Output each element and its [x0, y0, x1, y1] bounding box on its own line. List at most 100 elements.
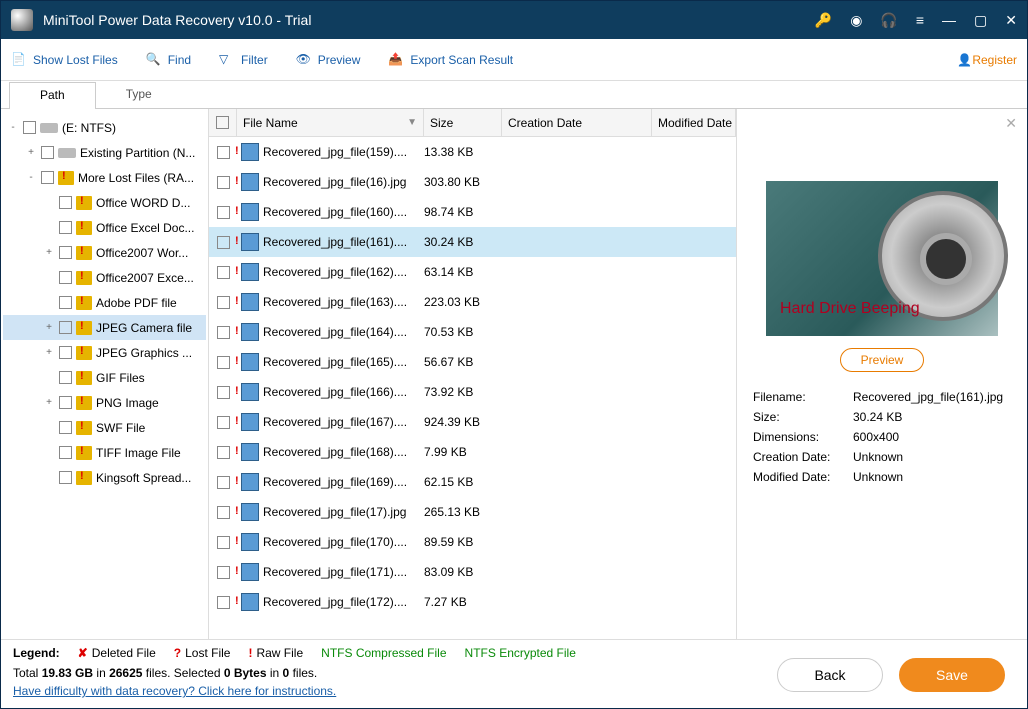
tree-checkbox[interactable]	[59, 471, 72, 484]
tree-checkbox[interactable]	[59, 371, 72, 384]
folder-icon	[76, 296, 92, 310]
disc-icon[interactable]: ◉	[850, 12, 862, 29]
register-button[interactable]: 👤Register	[957, 53, 1017, 67]
tree-item[interactable]: +Existing Partition (N...	[3, 140, 206, 165]
tree-checkbox[interactable]	[59, 446, 72, 459]
expand-icon[interactable]: -	[7, 122, 19, 133]
file-checkbox[interactable]	[209, 326, 237, 339]
column-modified-date[interactable]: Modified Date	[652, 109, 736, 136]
file-checkbox[interactable]	[209, 566, 237, 579]
file-row[interactable]: Recovered_jpg_file(168)....7.99 KB	[209, 437, 736, 467]
expand-icon[interactable]: +	[43, 397, 55, 408]
tree-checkbox[interactable]	[59, 271, 72, 284]
file-row[interactable]: Recovered_jpg_file(161)....30.24 KB	[209, 227, 736, 257]
headphones-icon[interactable]: 🎧	[880, 12, 897, 29]
menu-icon[interactable]: ≡	[916, 12, 924, 28]
file-row[interactable]: Recovered_jpg_file(165)....56.67 KB	[209, 347, 736, 377]
file-row[interactable]: Recovered_jpg_file(170)....89.59 KB	[209, 527, 736, 557]
back-button[interactable]: Back	[777, 658, 883, 692]
file-row[interactable]: Recovered_jpg_file(166)....73.92 KB	[209, 377, 736, 407]
tree-item[interactable]: Kingsoft Spread...	[3, 465, 206, 490]
expand-icon[interactable]: +	[43, 322, 55, 333]
expand-icon[interactable]: +	[43, 247, 55, 258]
file-checkbox[interactable]	[209, 206, 237, 219]
column-size[interactable]: Size	[424, 109, 502, 136]
file-row[interactable]: Recovered_jpg_file(172)....7.27 KB	[209, 587, 736, 617]
file-checkbox[interactable]	[209, 416, 237, 429]
tree-item[interactable]: Office Excel Doc...	[3, 215, 206, 240]
tree-checkbox[interactable]	[59, 196, 72, 209]
find-button[interactable]: 🔍Find	[146, 52, 191, 68]
file-checkbox[interactable]	[209, 176, 237, 189]
file-checkbox[interactable]	[209, 386, 237, 399]
filter-button[interactable]: ▽Filter	[219, 52, 268, 68]
file-checkbox[interactable]	[209, 446, 237, 459]
file-row[interactable]: Recovered_jpg_file(159)....13.38 KB	[209, 137, 736, 167]
file-row[interactable]: Recovered_jpg_file(163)....223.03 KB	[209, 287, 736, 317]
key-icon[interactable]: 🔑	[815, 12, 832, 29]
file-row[interactable]: Recovered_jpg_file(162)....63.14 KB	[209, 257, 736, 287]
file-checkbox[interactable]	[209, 266, 237, 279]
tree-item[interactable]: Office WORD D...	[3, 190, 206, 215]
export-button[interactable]: 📤Export Scan Result	[388, 52, 513, 68]
help-link[interactable]: Have difficulty with data recovery? Clic…	[13, 684, 336, 698]
tab-path[interactable]: Path	[9, 82, 96, 109]
column-filename[interactable]: File Name▼	[237, 109, 424, 136]
file-checkbox[interactable]	[209, 356, 237, 369]
tree-checkbox[interactable]	[41, 146, 54, 159]
preview-large-button[interactable]: Preview	[840, 348, 925, 372]
expand-icon[interactable]: +	[25, 147, 37, 158]
tree-checkbox[interactable]	[59, 221, 72, 234]
tree-checkbox[interactable]	[59, 321, 72, 334]
tree-checkbox[interactable]	[59, 421, 72, 434]
close-icon[interactable]: ✕	[1005, 12, 1017, 29]
file-checkbox[interactable]	[209, 596, 237, 609]
tree-item[interactable]: Office2007 Exce...	[3, 265, 206, 290]
file-row[interactable]: Recovered_jpg_file(169)....62.15 KB	[209, 467, 736, 497]
folder-tree[interactable]: -(E: NTFS)+Existing Partition (N...-More…	[1, 109, 209, 639]
tree-item[interactable]: SWF File	[3, 415, 206, 440]
expand-icon[interactable]: -	[25, 172, 37, 183]
file-checkbox[interactable]	[209, 506, 237, 519]
tree-item-label: Office Excel Doc...	[96, 221, 194, 235]
tree-item[interactable]: +JPEG Camera file	[3, 315, 206, 340]
tree-item[interactable]: GIF Files	[3, 365, 206, 390]
file-row[interactable]: Recovered_jpg_file(17).jpg265.13 KB	[209, 497, 736, 527]
file-checkbox[interactable]	[209, 536, 237, 549]
tree-checkbox[interactable]	[59, 296, 72, 309]
tree-item[interactable]: +Office2007 Wor...	[3, 240, 206, 265]
tree-item[interactable]: Adobe PDF file	[3, 290, 206, 315]
maximize-icon[interactable]: ▢	[974, 12, 987, 29]
file-name: Recovered_jpg_file(166)....	[263, 385, 407, 399]
tree-item[interactable]: +JPEG Graphics ...	[3, 340, 206, 365]
tree-checkbox[interactable]	[59, 346, 72, 359]
tree-checkbox[interactable]	[41, 171, 54, 184]
file-checkbox[interactable]	[209, 476, 237, 489]
tree-item[interactable]: -More Lost Files (RA...	[3, 165, 206, 190]
show-lost-files-button[interactable]: 📄Show Lost Files	[11, 52, 118, 68]
tree-item[interactable]: -(E: NTFS)	[3, 115, 206, 140]
select-all-checkbox[interactable]	[209, 109, 237, 136]
tree-checkbox[interactable]	[23, 121, 36, 134]
minimize-icon[interactable]: —	[942, 12, 956, 28]
expand-icon[interactable]: +	[43, 347, 55, 358]
tree-checkbox[interactable]	[59, 396, 72, 409]
file-row[interactable]: Recovered_jpg_file(160)....98.74 KB	[209, 197, 736, 227]
file-checkbox[interactable]	[209, 236, 237, 249]
tab-type[interactable]: Type	[96, 82, 182, 109]
save-button[interactable]: Save	[899, 658, 1005, 692]
file-row[interactable]: Recovered_jpg_file(16).jpg303.80 KB	[209, 167, 736, 197]
tree-checkbox[interactable]	[59, 246, 72, 259]
file-row[interactable]: Recovered_jpg_file(164)....70.53 KB	[209, 317, 736, 347]
preview-button[interactable]: 👁Preview	[296, 52, 361, 68]
close-preview-icon[interactable]: ✕	[1005, 115, 1017, 132]
tree-item[interactable]: TIFF Image File	[3, 440, 206, 465]
column-creation-date[interactable]: Creation Date	[502, 109, 652, 136]
tree-item[interactable]: + PNG Image	[3, 390, 206, 415]
tree-item-label: PNG Image	[96, 396, 159, 410]
file-checkbox[interactable]	[209, 146, 237, 159]
file-row[interactable]: Recovered_jpg_file(171)....83.09 KB	[209, 557, 736, 587]
tree-item-label: Kingsoft Spread...	[96, 471, 191, 485]
file-row[interactable]: Recovered_jpg_file(167)....924.39 KB	[209, 407, 736, 437]
file-checkbox[interactable]	[209, 296, 237, 309]
